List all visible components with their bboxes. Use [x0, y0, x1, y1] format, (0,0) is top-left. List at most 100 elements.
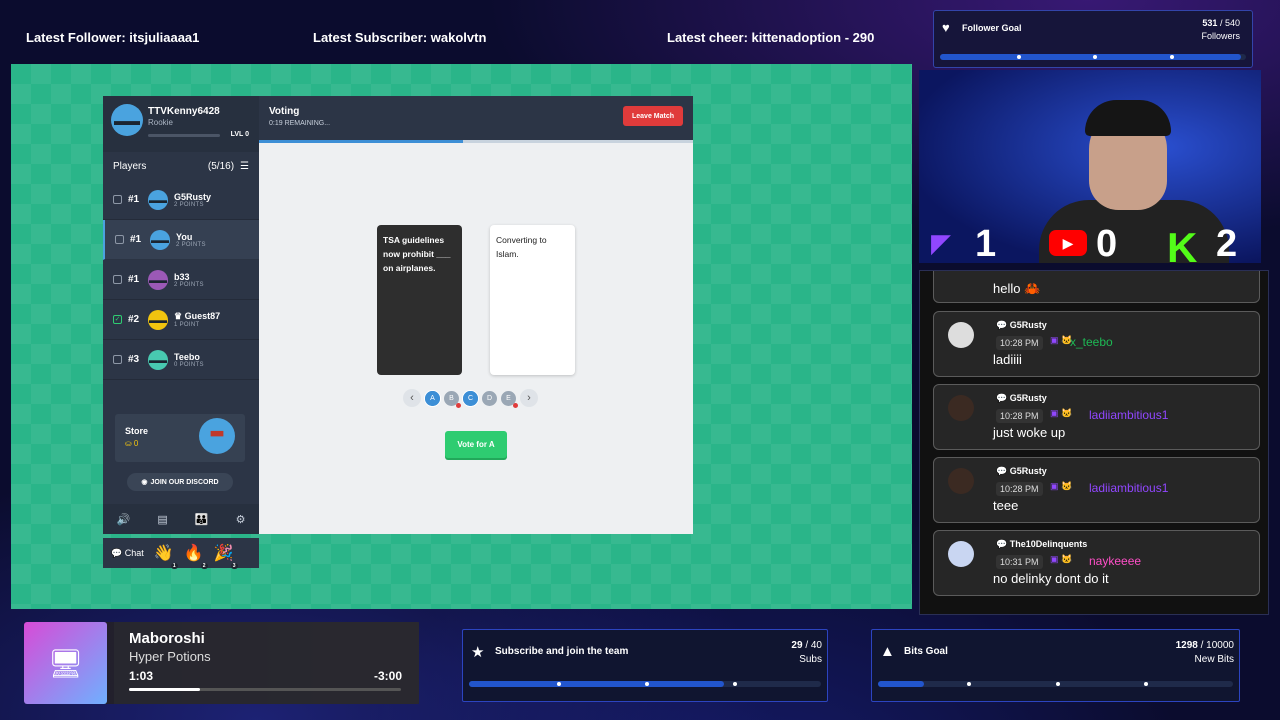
players-count: (5/16) [207, 160, 235, 172]
chat-message: 💬 G5Rusty 10:28 PM ▣ 🐱 x_teebo ladiiii [933, 311, 1260, 377]
player-avatar: ▬▬ [148, 189, 168, 210]
bits-goal-count: 1298 / 10000 New Bits [1175, 640, 1234, 665]
chat-message: 💬 G5Rusty 10:28 PM ▣ 🐱 ladiiambitious1 just … [933, 384, 1260, 450]
chat-text: hello 🦀 [993, 281, 1041, 296]
filter-icon[interactable]: ☰ [240, 161, 249, 172]
party-icon[interactable]: 🎉 3 [214, 543, 238, 569]
album-art: 🖥 [24, 622, 107, 704]
chat-message: 💬 G5Rusty 10:28 PM ▣ 🐱 ladiiambitious1 teee [933, 457, 1260, 523]
heart-icon: ♥ [942, 20, 950, 35]
volume-icon[interactable]: 🔊 [117, 513, 131, 526]
twitch-icon: ◤ [931, 228, 951, 258]
people-icon[interactable]: 👪 [195, 513, 209, 526]
chat-username: ladiiambitious1 [1089, 481, 1169, 495]
song-artist: Hyper Potions [129, 649, 211, 664]
players-panel: ▬▬ TTVKenny6428 Rookie LVL 0 Players (5/… [103, 96, 259, 534]
follower-goal-bar [940, 54, 1246, 60]
player-name: G5Rusty [174, 191, 212, 202]
profile-avatar[interactable]: ▬▬ [111, 104, 143, 136]
store-coins: ⛀ 0 [125, 439, 139, 448]
player-rank: #1 [130, 234, 142, 245]
answer-option[interactable]: C [463, 390, 478, 406]
player-name: You [176, 231, 193, 242]
chat-username: ladiiambitious1 [1089, 408, 1169, 422]
bits-icon: ▲ [880, 643, 895, 660]
store-label: Store [125, 426, 149, 436]
player-checkbox[interactable] [113, 355, 122, 364]
chat-text: ladiiii [993, 352, 1022, 367]
player-row[interactable]: #3 ▬▬ Teebo 0 POINTS [103, 340, 259, 380]
chat-message: 💬 The10Delinquents 10:31 PM ▣ 🐱 naykeeee no … [933, 530, 1260, 596]
chat-source-name: 💬 G5Rusty [996, 393, 1047, 403]
player-checkbox[interactable] [113, 195, 122, 204]
reaction-count: 3 [230, 563, 238, 569]
song-remaining: -3:00 [373, 669, 402, 683]
settings-icon[interactable]: ⚙ [236, 513, 246, 526]
badge-icons: ▣ 🐱 [1050, 554, 1073, 564]
player-name: Teebo [174, 351, 200, 362]
latest-follower: Latest Follower: itsjuliaaaa1 [26, 30, 200, 45]
star-icon: ★ [471, 644, 485, 661]
player-row[interactable]: ✓ #2 ▬▬ ♛ Guest87 1 POINT [103, 300, 259, 340]
profile-level: LVL 0 [230, 131, 249, 138]
bits-goal: ▲ Bits Goal 1298 / 10000 New Bits [871, 629, 1240, 702]
voting-area: TSA guidelines now prohibit ___ on airpl… [259, 143, 693, 534]
players-header: Players (5/16) ☰ [103, 152, 259, 180]
badge-icons: ▣ 🐱 [1050, 408, 1073, 418]
bits-goal-bar [878, 681, 1233, 687]
profile-rank: Rookie [148, 118, 173, 127]
cards-icon[interactable]: ▤ [157, 513, 167, 526]
song-elapsed: 1:03 [129, 669, 154, 683]
player-checkbox[interactable] [113, 275, 122, 284]
chat-username: x_teebo [1070, 335, 1113, 349]
chat-reactions-bar: 💬 Chat 👋 1 🔥 2 🎉 3 [103, 538, 259, 569]
chat-text: teee [993, 498, 1019, 513]
prev-arrow-icon[interactable]: ‹ [403, 389, 421, 407]
player-points: 2 POINTS [174, 281, 204, 288]
chat-timestamp: 10:28 PM [996, 409, 1043, 423]
answer-option[interactable]: B [444, 390, 461, 408]
store-avatar: ▀▀ [199, 418, 235, 454]
profile-header: ▬▬ TTVKenny6428 Rookie LVL 0 [103, 96, 259, 152]
player-row[interactable]: #1 ▬▬ b33 2 POINTS [103, 260, 259, 300]
wave-icon[interactable]: 👋 1 [154, 543, 178, 569]
profile-name: TTVKenny6428 [148, 106, 220, 117]
follower-goal-title: Follower Goal [962, 23, 1022, 33]
youtube-score: 0 [1096, 223, 1118, 263]
xp-bar [148, 134, 220, 137]
chat-button[interactable]: 💬 Chat [111, 548, 144, 559]
subs-goal-bar [469, 681, 821, 687]
kick-icon: K [1167, 224, 1198, 263]
panel-toolbar: 🔊 ▤ 👪 ⚙ [103, 504, 259, 534]
player-row[interactable]: #1 ▬▬ You 2 POINTS [103, 220, 259, 260]
store-card[interactable]: Store ⛀ 0 ▀▀ [115, 414, 245, 462]
chat-timestamp: 10:31 PM [996, 555, 1043, 569]
players-label: Players [113, 160, 147, 172]
badge-icons: ▣ 🐱 [1050, 481, 1073, 491]
follower-goal: ♥ Follower Goal 531 / 540 Followers [933, 10, 1253, 68]
chat-overlay: hello 🦀 💬 G5Rusty 10:28 PM ▣ 🐱 x_teeboladii… [919, 270, 1269, 615]
vote-button[interactable]: Vote for A [445, 431, 507, 458]
chat-label: Chat [124, 547, 144, 558]
player-rank: #2 [128, 314, 140, 325]
chat-avatar [948, 395, 974, 421]
player-checkbox[interactable] [115, 235, 124, 244]
player-checkbox[interactable]: ✓ [113, 315, 122, 324]
player-name: b33 [174, 271, 190, 282]
fire-icon[interactable]: 🔥 2 [184, 543, 208, 569]
discord-button[interactable]: ◉ JOIN OUR DISCORD [127, 473, 233, 491]
leave-match-button[interactable]: Leave Match [623, 106, 683, 126]
chat-source-name: 💬 G5Rusty [996, 320, 1047, 330]
player-points: 0 POINTS [174, 361, 204, 368]
player-avatar: ▬▬ [150, 229, 170, 250]
next-arrow-icon[interactable]: › [520, 389, 538, 407]
match-timer: 0:19 REMAINING... [269, 120, 331, 127]
answer-option[interactable]: A [425, 390, 440, 406]
white-card[interactable]: Converting to Islam. [490, 225, 575, 375]
player-avatar: ▬▬ [148, 349, 168, 370]
chat-timestamp: 10:28 PM [996, 336, 1043, 350]
black-card: TSA guidelines now prohibit ___ on airpl… [377, 225, 462, 375]
player-row[interactable]: #1 ▬▬ G5Rusty 2 POINTS [103, 180, 259, 220]
answer-option[interactable]: D [482, 390, 497, 406]
answer-option[interactable]: E [501, 390, 518, 408]
